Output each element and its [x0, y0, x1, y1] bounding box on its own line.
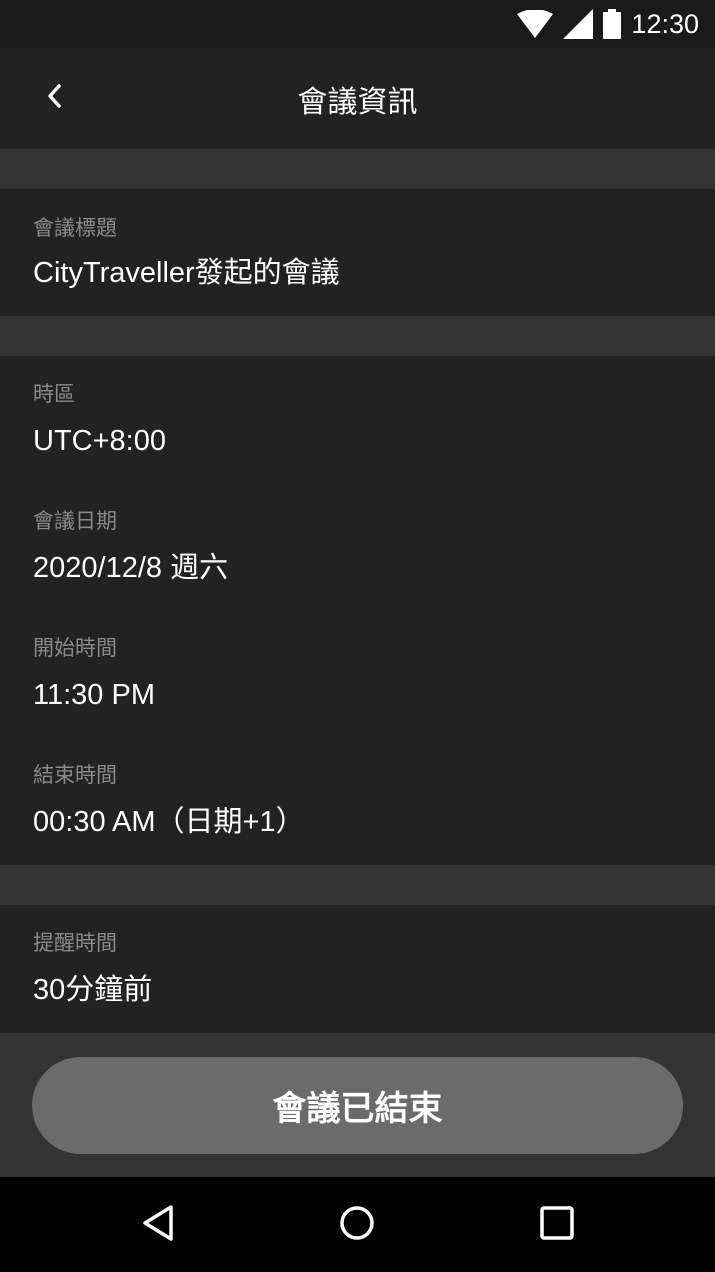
reminder-card: 提醒時間 30分鐘前	[0, 905, 715, 1033]
meeting-time-card: 時區 UTC+8:00 會議日期 2020/12/8 週六 開始時間 11:30…	[0, 356, 715, 865]
meeting-ended-button[interactable]: 會議已結束	[32, 1057, 683, 1154]
system-nav-bar	[0, 1177, 715, 1272]
field-value: 2020/12/8 週六	[33, 552, 229, 584]
field-label: 提醒時間	[33, 931, 117, 955]
status-clock: 12:30	[631, 8, 699, 39]
nav-back-button[interactable]	[132, 1199, 184, 1251]
field-value: 00:30 AM（日期+1）	[33, 806, 305, 838]
field-value: UTC+8:00	[33, 425, 166, 457]
recents-square-icon	[540, 1206, 574, 1244]
wifi-icon	[517, 10, 554, 38]
app-bar: 會議資訊	[0, 48, 715, 149]
back-button[interactable]	[22, 70, 86, 126]
page-title: 會議資訊	[297, 84, 418, 120]
field-value: 11:30 PM	[33, 679, 155, 711]
signal-icon	[563, 9, 594, 39]
status-bar: 12:30	[0, 0, 715, 48]
start-time-field: 開始時間 11:30 PM	[33, 635, 155, 713]
battery-icon	[603, 9, 622, 39]
nav-home-button[interactable]	[331, 1199, 383, 1251]
back-triangle-icon	[140, 1203, 176, 1247]
field-value: 30分鐘前	[33, 974, 153, 1006]
field-label: 會議日期	[33, 509, 117, 533]
chevron-left-icon	[44, 82, 64, 114]
field-value: CityTraveller發起的會議	[33, 257, 340, 289]
timezone-field: 時區 UTC+8:00	[33, 381, 166, 459]
reminder-field: 提醒時間 30分鐘前	[33, 930, 152, 1008]
meeting-title-field: 會議標題 CityTraveller發起的會議	[33, 215, 340, 291]
field-label: 時區	[33, 382, 75, 406]
home-circle-icon	[339, 1205, 375, 1245]
field-label: 會議標題	[33, 216, 117, 240]
field-label: 結束時間	[33, 763, 117, 787]
field-label: 開始時間	[33, 636, 117, 660]
meeting-title-card: 會議標題 CityTraveller發起的會議	[0, 189, 715, 316]
bottom-action-area: 會議已結束	[0, 1033, 715, 1177]
end-time-field: 結束時間 00:30 AM（日期+1）	[33, 762, 305, 840]
nav-recents-button[interactable]	[531, 1199, 583, 1251]
date-field: 會議日期 2020/12/8 週六	[33, 508, 228, 586]
